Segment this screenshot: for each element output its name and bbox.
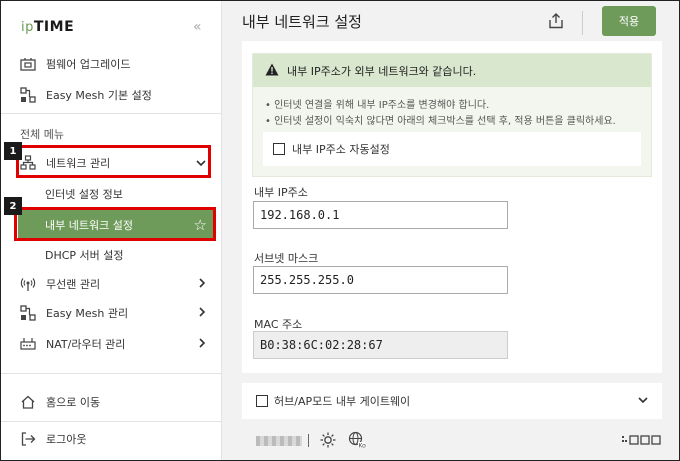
wireless-icon [20, 276, 36, 292]
sidebar-subitem-internet-info[interactable]: 인터넷 설정 정보 [1, 179, 222, 209]
language-globe-icon[interactable]: Ko [348, 431, 367, 450]
main-content: 내부 네트워크 설정 적용 내부 IP주소가 외부 네트워크와 같습니다. • … [222, 1, 679, 460]
mesh-icon [20, 305, 36, 321]
sidebar-subitem-dhcp[interactable]: DHCP 서버 설정 [1, 240, 222, 270]
notice-box: 내부 IP주소가 외부 네트워크와 같습니다. • 인터넷 연결을 위해 내부 … [252, 53, 652, 177]
section-label: 전체 메뉴 [20, 128, 64, 141]
chevron-right-icon [199, 277, 206, 291]
home-icon [20, 394, 36, 410]
chevron-right-icon [199, 337, 206, 351]
highlight-box-network [16, 145, 211, 178]
notice-line: • 인터넷 설정이 익숙치 않다면 아래의 체크박스를 선택 후, 적용 버튼을… [265, 116, 616, 127]
mac-label: MAC 주소 [254, 318, 303, 331]
ip-label: 내부 IP주소 [254, 186, 308, 199]
notice-header: 내부 IP주소가 외부 네트워크와 같습니다. [253, 54, 651, 87]
auto-ip-checkbox[interactable] [273, 143, 285, 155]
footer-bar: Ko [222, 425, 679, 455]
notice-line: • 인터넷 연결을 위해 내부 IP주소를 변경해야 합니다. [265, 100, 490, 111]
sidebar-item-wireless[interactable]: 무선랜 관리 [1, 269, 222, 299]
sidebar-divider [1, 373, 222, 374]
mesh-icon [20, 87, 36, 103]
export-icon[interactable] [547, 12, 565, 30]
sidebar-divider [1, 421, 222, 422]
sidebar-item-logout[interactable]: 로그아웃 [1, 424, 222, 454]
hub-ap-checkbox[interactable] [256, 395, 268, 407]
subnet-input[interactable]: 255.255.255.0 [253, 266, 508, 294]
blurred-model-name [256, 436, 302, 446]
subnet-label: 서브넷 마스크 [254, 252, 319, 265]
page-title: 내부 네트워크 설정 [242, 13, 362, 31]
ip-input[interactable]: 192.168.0.1 [253, 201, 508, 229]
mac-field: B0:38:6C:02:28:67 [253, 331, 508, 359]
logout-icon [20, 431, 36, 447]
hub-ap-gateway-section[interactable]: 허브/AP모드 내부 게이트웨이 [242, 383, 662, 419]
brightness-icon[interactable] [320, 432, 336, 448]
svg-text:Ko: Ko [359, 443, 367, 450]
layout-grid-icon[interactable] [622, 434, 662, 446]
chevron-down-icon[interactable] [638, 393, 648, 407]
iptime-logo[interactable]: ipTIME [21, 19, 74, 35]
footer-separator [308, 434, 309, 447]
sidebar-item-easymesh[interactable]: Easy Mesh 관리 [1, 298, 222, 328]
sidebar-item-nat-router[interactable]: NAT/라우터 관리 [1, 329, 222, 359]
router-icon [20, 336, 36, 352]
sidebar-divider [1, 113, 222, 114]
header-separator [582, 11, 583, 35]
apply-button[interactable]: 적용 [602, 6, 656, 36]
sidebar-item-firmware[interactable]: 펌웨어 업그레이드 [1, 49, 222, 79]
collapse-sidebar-icon[interactable]: « [193, 19, 202, 35]
warning-icon [265, 63, 279, 79]
auto-ip-checkbox-row[interactable]: 내부 IP주소 자동설정 [263, 132, 641, 166]
highlight-box-internal-network [14, 207, 216, 241]
annotation-badge-2: 2 [4, 197, 22, 215]
sidebar-item-easymesh-basic[interactable]: Easy Mesh 기본 설정 [1, 80, 222, 110]
firmware-icon [20, 56, 36, 72]
sidebar-item-home[interactable]: 홈으로 이동 [1, 387, 222, 417]
settings-card: 내부 IP주소가 외부 네트워크와 같습니다. • 인터넷 연결을 위해 내부 … [242, 41, 662, 373]
chevron-right-icon [199, 306, 206, 320]
annotation-badge-1: 1 [4, 142, 22, 160]
